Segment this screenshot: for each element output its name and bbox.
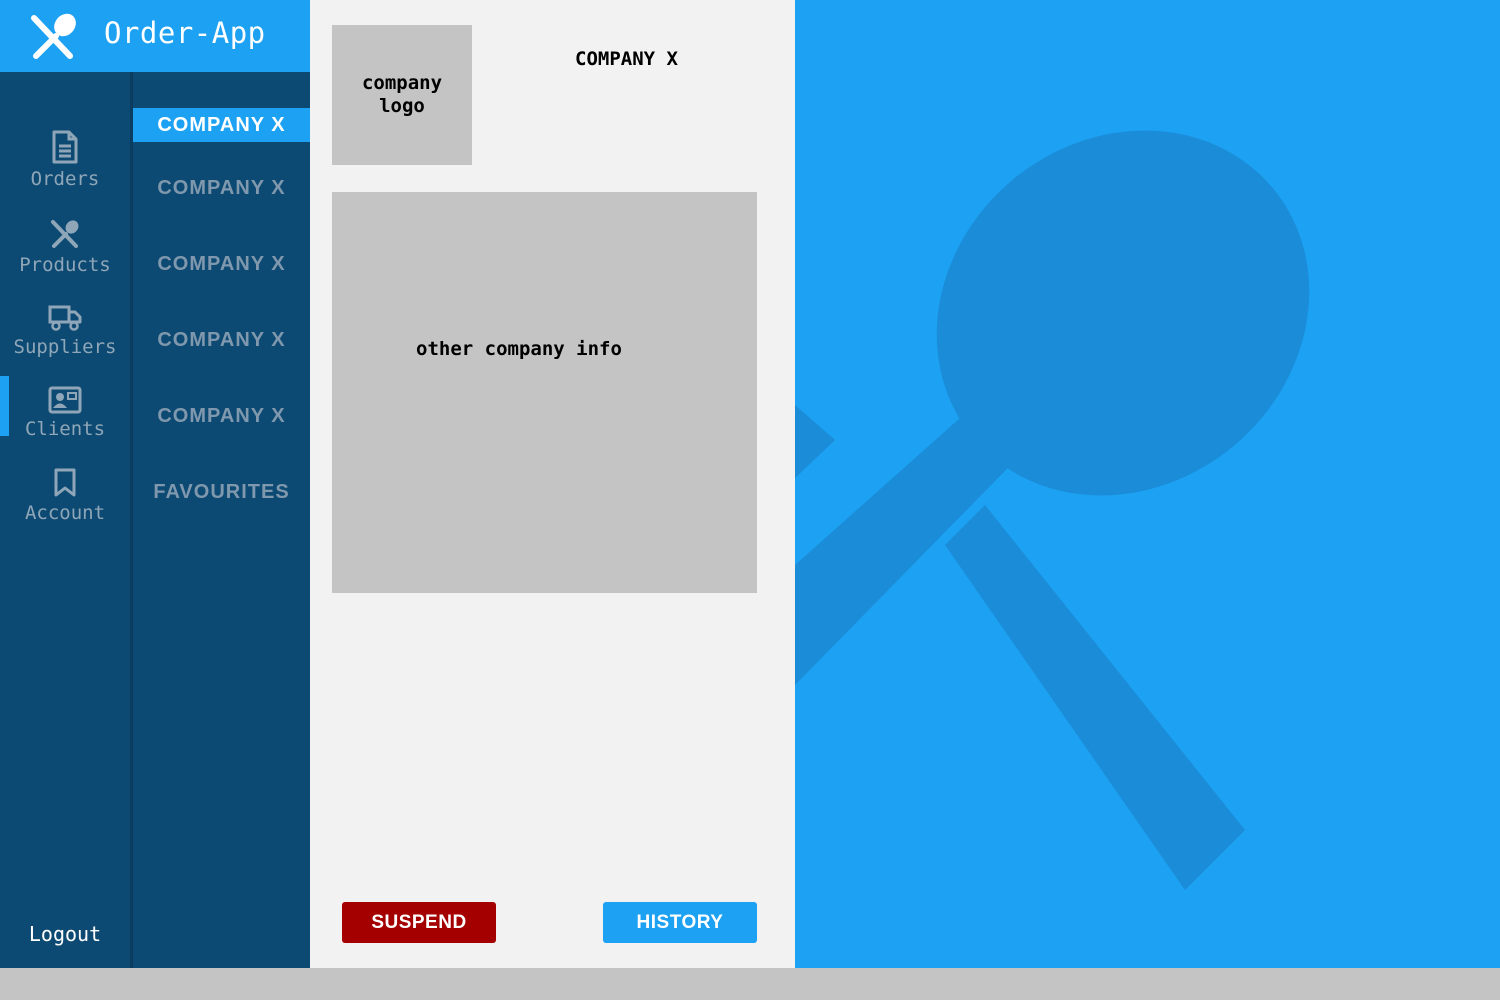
company-logo-text: company logo — [361, 72, 443, 117]
background-panel — [795, 0, 1500, 968]
truck-icon — [48, 305, 82, 331]
company-info-placeholder: other company info — [332, 192, 757, 593]
company-logo-placeholder: company logo — [332, 25, 472, 165]
nav-item-account[interactable]: Account — [0, 468, 130, 524]
nav-rail: Orders Products Suppliers Clients Accoun… — [0, 72, 130, 968]
logout-button[interactable]: Logout — [0, 922, 130, 946]
nav-item-orders[interactable]: Orders — [0, 130, 130, 190]
nav-item-suppliers[interactable]: Suppliers — [0, 304, 130, 358]
nav-label-clients: Clients — [24, 418, 106, 440]
bottom-bar — [0, 968, 1500, 1000]
history-button[interactable]: HISTORY — [603, 902, 757, 943]
nav-label-suppliers: Suppliers — [13, 336, 117, 358]
nav-item-products[interactable]: Products — [0, 218, 130, 276]
nav-label-products: Products — [19, 254, 111, 276]
fork-spoon-watermark-icon — [795, 130, 1310, 890]
document-icon — [52, 130, 78, 164]
fork-spoon-icon — [31, 13, 76, 59]
suspend-button[interactable]: SUSPEND — [342, 902, 496, 943]
favourites-item[interactable]: FAVOURITES — [133, 475, 310, 509]
fork-spoon-icon — [51, 220, 79, 248]
company-info-text: other company info — [416, 338, 622, 360]
app-header: Order-App — [0, 0, 310, 72]
client-detail-panel: company logo COMPANY X other company inf… — [310, 0, 795, 968]
client-item[interactable]: COMPANY X — [133, 108, 310, 142]
contact-card-icon — [48, 386, 82, 414]
nav-label-orders: Orders — [30, 168, 100, 190]
nav-item-clients[interactable]: Clients — [0, 386, 130, 440]
bookmark-icon — [54, 468, 76, 497]
client-item[interactable]: COMPANY X — [133, 171, 310, 205]
client-item[interactable]: COMPANY X — [133, 399, 310, 433]
clients-list: COMPANY X COMPANY X COMPANY X COMPANY X … — [130, 72, 310, 968]
client-item[interactable]: COMPANY X — [133, 247, 310, 281]
company-name: COMPANY X — [575, 48, 678, 70]
client-item[interactable]: COMPANY X — [133, 323, 310, 357]
app-title: Order-App — [104, 16, 266, 50]
nav-label-account: Account — [24, 502, 106, 524]
